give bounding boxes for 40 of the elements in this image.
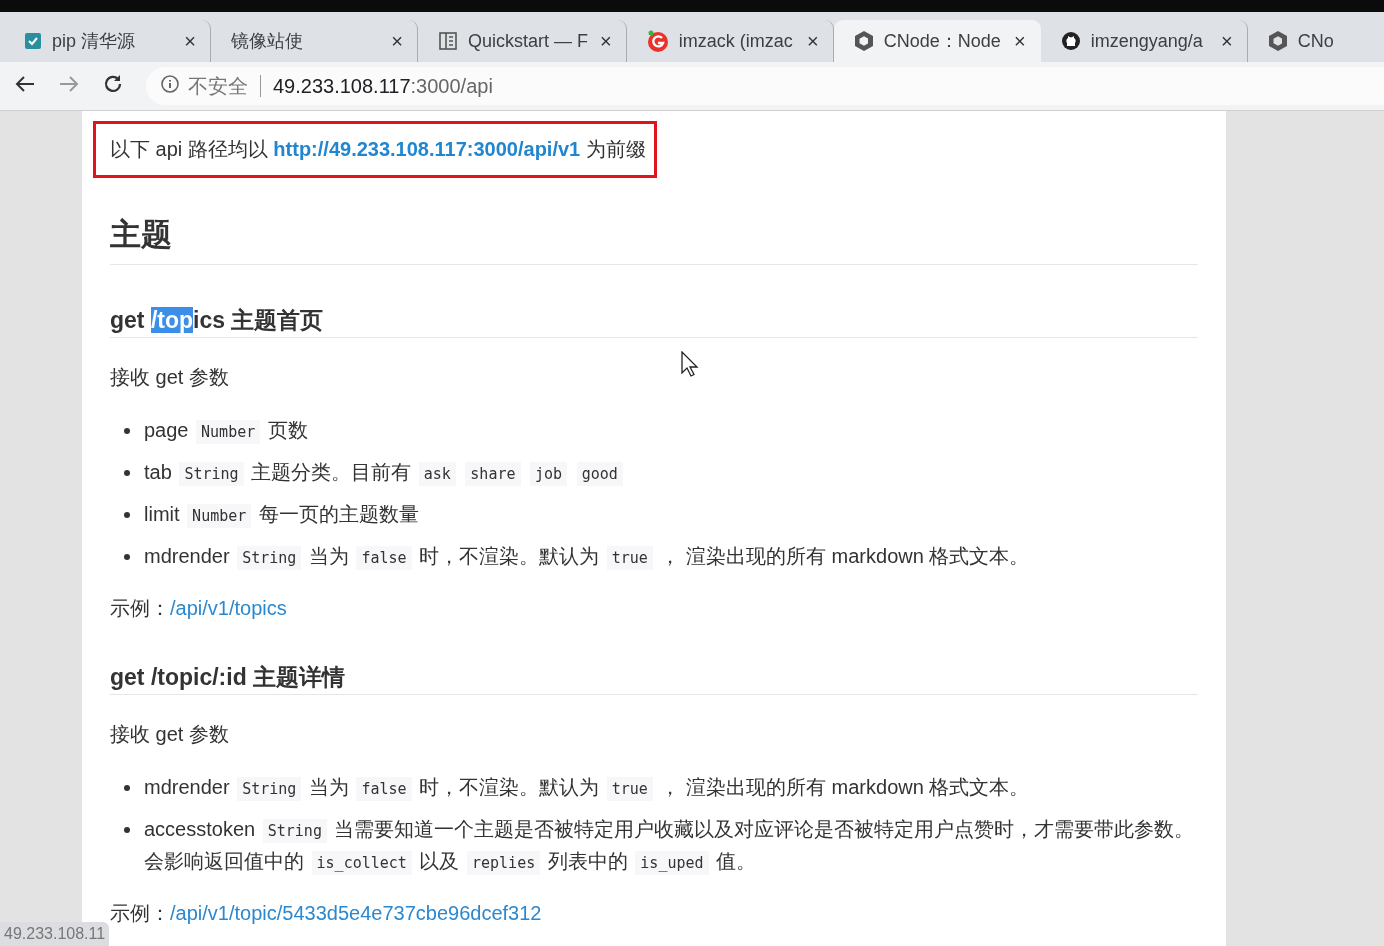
example-line: 示例：/api/v1/topics [110, 596, 288, 621]
paragraph: 接收 get 参数 [110, 722, 229, 747]
bullet-icon [124, 470, 130, 476]
endpoint-heading: get /topic/:id 主题详情 [110, 662, 1198, 695]
api-prefix-note: 以下 api 路径均以 http://49.233.108.117:3000/api/v1 为前缀 [93, 121, 657, 178]
endpoint-heading: get /topics 主题首页 [110, 305, 1198, 338]
bullet-icon [124, 827, 130, 833]
example-line: 示例：/api/v1/topic/5433d5e4e737cbe96dcef312 [110, 901, 543, 926]
url-text: 49.233.108.117:3000/api [273, 74, 493, 98]
bullet-icon [124, 785, 130, 791]
example-link[interactable]: /api/v1/topics [170, 597, 287, 619]
parameter-item: limit Number 每一页的主题数量 [144, 499, 1198, 531]
tab-title: pip 清华源 [52, 30, 137, 53]
browser-tab[interactable]: CNode：Node × [833, 20, 1041, 62]
badge-icon [646, 30, 669, 52]
tab-title: Quickstart — F [468, 30, 588, 52]
tab-title: imzack (imzac [678, 30, 794, 52]
cnode-logo-icon [1267, 30, 1288, 52]
tab-title: CNo [1297, 30, 1335, 52]
parameter-item: mdrender String 当为 false 时，不渲染。默认为 true ， 渲染出现的所有 markdown 格式文本。 [144, 541, 1198, 573]
tab-title: 镜像站使 [231, 30, 304, 53]
cnode-logo-icon [853, 30, 874, 52]
book-icon [438, 31, 458, 51]
tab-title: imzengyang/a [1090, 30, 1204, 52]
parameter-item: accesstoken String 当需要知道一个主题是否被特定用户收藏以及对应评论是否被特定用户点赞时，才需要带此参数。会影响返回值中的 is_collect 以及 replies 列表中的 is_uped 值。 [144, 814, 1198, 878]
parameter-item: tab String 主题分类。目前有 ask share job good [144, 457, 1198, 489]
parameter-item: page Number 页数 [144, 415, 1198, 447]
parameter-item: mdrender String 当为 false 时，不渲染。默认为 true ， 渲染出现的所有 markdown 格式文本。 [144, 772, 1198, 804]
bullet-icon [124, 554, 130, 560]
github-icon [1060, 31, 1081, 51]
security-label: 不安全 [188, 73, 248, 99]
status-bar: 49.233.108.11 [0, 922, 110, 946]
paragraph: 接收 get 参数 [110, 365, 229, 390]
bullet-icon [124, 512, 130, 518]
base-url-link[interactable]: http://49.233.108.117:3000/api/v1 [273, 138, 581, 160]
example-link[interactable]: /api/v1/topic/5433d5e4e737cbe96dcef312 [170, 902, 542, 924]
bullet-icon [124, 428, 130, 434]
address-bar[interactable]: 不安全 49.233.108.117:3000/api [146, 67, 1384, 105]
tab-title: CNode：Node [883, 30, 1002, 53]
section-heading: 主题 [110, 214, 1198, 265]
